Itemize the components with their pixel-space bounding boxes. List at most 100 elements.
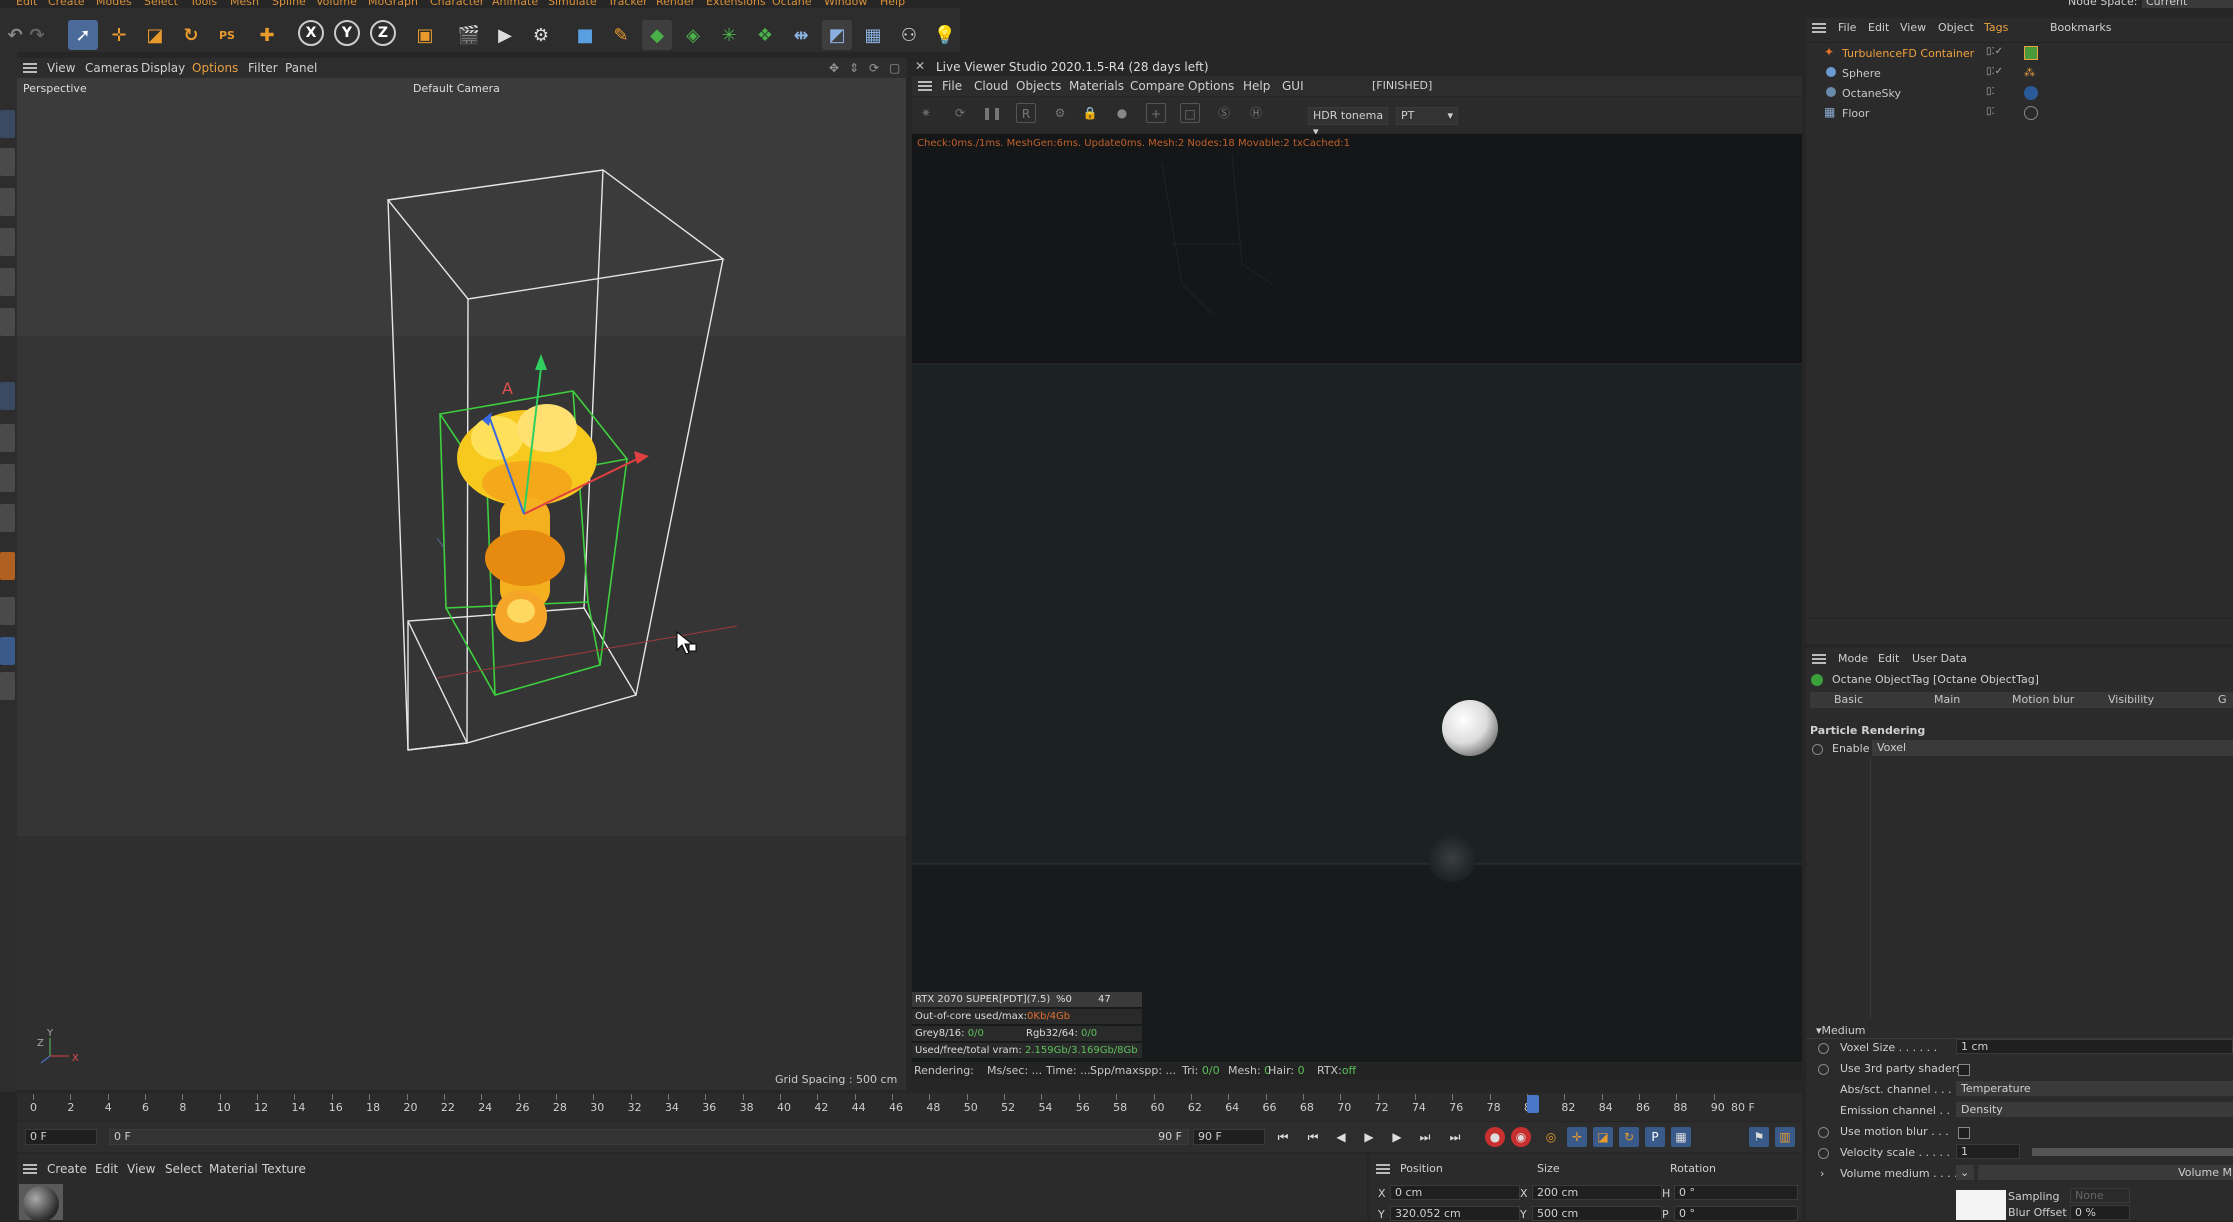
tab-main[interactable]: Main — [1934, 693, 1960, 706]
vp-maximize-icon[interactable]: ▢ — [889, 61, 900, 75]
tweak-icon[interactable] — [0, 464, 15, 492]
render-view-icon[interactable]: ▶ — [490, 20, 520, 50]
next-key-icon[interactable]: ⏭ — [1415, 1127, 1435, 1147]
position-key-icon[interactable]: ✛ — [1567, 1127, 1587, 1147]
lv-menu-compare[interactable]: Compare — [1130, 79, 1184, 93]
z-axis-lock-icon[interactable]: Z — [370, 20, 396, 46]
rotation-key-icon[interactable]: ↻ — [1619, 1127, 1639, 1147]
mat-menu-material[interactable]: Material — [209, 1162, 258, 1176]
mat-menu-create[interactable]: Create — [47, 1162, 87, 1176]
mat-menu-texture[interactable]: Texture — [262, 1162, 306, 1176]
cloner-icon[interactable]: ✳ — [714, 20, 744, 50]
menu-window[interactable]: Window — [824, 0, 867, 8]
lv-menu-options[interactable]: Options — [1188, 79, 1234, 93]
live-viewer-menu-icon[interactable] — [918, 81, 932, 91]
motion-blur-keyframe-icon[interactable] — [1818, 1127, 1829, 1138]
record-icon[interactable]: ● — [1485, 1127, 1505, 1147]
attribute-menu-icon[interactable] — [1812, 654, 1826, 664]
vp-menu-panel[interactable]: Panel — [285, 61, 317, 75]
menu-animate[interactable]: Animate — [492, 0, 538, 8]
velocity-scale-slider[interactable] — [2032, 1148, 2233, 1156]
vp-rotate-icon[interactable]: ⟳ — [869, 61, 879, 75]
voxel-size-keyframe-icon[interactable] — [1818, 1043, 1829, 1054]
psr-tool-icon[interactable]: PS — [212, 20, 242, 50]
lv-menu-gui[interactable]: GUI — [1282, 79, 1304, 93]
timeline-ruler[interactable]: 0 2 4 6 8 10 12 14 16 18 20 22 24 26 28 30 32 34 36 38 40 42 4… — [17, 1093, 1802, 1121]
pla-key-icon[interactable]: ▦ — [1671, 1127, 1691, 1147]
prev-key-icon[interactable]: ⏮ — [1303, 1127, 1323, 1147]
lv-region-icon[interactable]: R — [1016, 103, 1036, 123]
coordinate-system-icon[interactable]: ▣ — [410, 20, 440, 50]
play-icon[interactable]: ▶ — [1359, 1127, 1379, 1147]
environment-tag-icon[interactable] — [2024, 86, 2038, 100]
vp-menu-cameras[interactable]: Cameras — [85, 61, 138, 75]
obj-menu-view[interactable]: View — [1900, 21, 1926, 34]
material-thumbnail[interactable] — [19, 1184, 63, 1222]
live-viewer-close-icon[interactable]: ✕ — [915, 59, 925, 73]
list-item[interactable]: Sphere ▯⁚✓ ⁂ — [1806, 64, 2233, 84]
x-axis-lock-icon[interactable]: X — [298, 20, 324, 46]
pos-x-field[interactable]: 0 cm — [1390, 1185, 1520, 1200]
render-region-icon[interactable]: 🎬 — [454, 20, 484, 50]
model-mode-icon[interactable] — [0, 148, 15, 176]
vp-menu-display[interactable]: Display — [141, 61, 185, 75]
obj-menu-edit[interactable]: Edit — [1868, 21, 1889, 34]
snap-icon[interactable] — [0, 424, 15, 452]
lv-focus-icon[interactable]: Ⓢ — [1214, 103, 1234, 123]
tab-basic[interactable]: Basic — [1834, 693, 1863, 706]
tab-g[interactable]: G — [2218, 693, 2227, 706]
points-mode-icon[interactable] — [0, 228, 15, 256]
frame-range-slider[interactable]: 0 F 90 F — [109, 1129, 1189, 1145]
attr-menu-mode[interactable]: Mode — [1838, 652, 1868, 665]
subdivision-icon[interactable]: ◆ — [642, 20, 672, 50]
menu-mograph[interactable]: MoGraph — [368, 0, 418, 8]
object-menu-icon[interactable] — [1812, 23, 1826, 33]
section-medium[interactable]: ▾Medium — [1816, 1024, 1866, 1037]
end-frame-field[interactable]: 90 F — [1193, 1129, 1265, 1145]
viewport-menu-icon[interactable] — [23, 63, 37, 73]
redo-icon[interactable]: ↷ — [22, 20, 52, 50]
move-tool-icon[interactable]: ✛ — [104, 20, 134, 50]
paint-icon[interactable] — [0, 672, 15, 700]
list-item[interactable]: ✦ TurbulenceFD Container ▯⁚✓ — [1806, 44, 2233, 64]
volume-medium-expand-icon[interactable]: › — [1820, 1167, 1824, 1180]
visibility-dots-icon[interactable]: ▯⁚✓ — [1986, 66, 2003, 77]
lv-menu-materials[interactable]: Materials — [1069, 79, 1124, 93]
autokey-icon[interactable]: ◉ — [1511, 1127, 1531, 1147]
next-frame-icon[interactable]: ▶ — [1387, 1127, 1407, 1147]
texture-mode-icon[interactable] — [0, 188, 15, 216]
menu-character[interactable]: Character — [430, 0, 484, 8]
workplane-icon[interactable] — [0, 382, 15, 410]
octane-icon[interactable] — [0, 552, 15, 580]
material-menu-icon[interactable] — [23, 1164, 37, 1174]
mograph-icon[interactable]: ❖ — [750, 20, 780, 50]
vp-menu-view[interactable]: View — [47, 61, 75, 75]
voxel-size-field[interactable]: 1 cm — [1956, 1039, 2233, 1054]
lv-material-ball-icon[interactable]: ● — [1112, 103, 1132, 123]
obj-menu-file[interactable]: File — [1838, 21, 1856, 34]
use-3rd-party-checkbox[interactable] — [1958, 1064, 1970, 1076]
volume-medium-dropdown-icon[interactable]: ⌄ — [1956, 1165, 1974, 1180]
menu-octane[interactable]: Octane — [772, 0, 812, 8]
lv-mode-icon[interactable]: □ — [1180, 103, 1200, 123]
lock-icon[interactable] — [0, 597, 15, 625]
keyframe-selection-icon[interactable]: ◎ — [1541, 1127, 1561, 1147]
use-motion-blur-checkbox[interactable] — [1958, 1127, 1970, 1139]
start-frame-field[interactable]: 0 F — [25, 1129, 97, 1145]
enable-keyframe-icon[interactable] — [1812, 744, 1823, 755]
menu-select[interactable]: Select — [144, 0, 178, 8]
menu-edit[interactable]: Edit — [16, 0, 37, 8]
mat-menu-view[interactable]: View — [127, 1162, 155, 1176]
visibility-dots-icon[interactable]: ▯⁚ — [1986, 106, 1995, 117]
rot-p-field[interactable]: 0 ° — [1674, 1206, 1798, 1221]
make-editable-icon[interactable] — [0, 110, 15, 138]
octane-tag-icon[interactable] — [2024, 46, 2038, 60]
menu-simulate[interactable]: Simulate — [548, 0, 597, 8]
obj-menu-bookmarks[interactable]: Bookmarks — [2050, 21, 2111, 34]
blur-offset-field[interactable]: 0 % — [2070, 1205, 2130, 1220]
grid-icon[interactable] — [0, 637, 15, 665]
node-space-select[interactable]: Current (Standa — [2142, 0, 2233, 8]
go-to-start-icon[interactable]: ⏮ — [1273, 1127, 1293, 1147]
solo-icon[interactable] — [0, 504, 15, 532]
lv-lock-icon[interactable]: 🔒 — [1080, 103, 1100, 123]
